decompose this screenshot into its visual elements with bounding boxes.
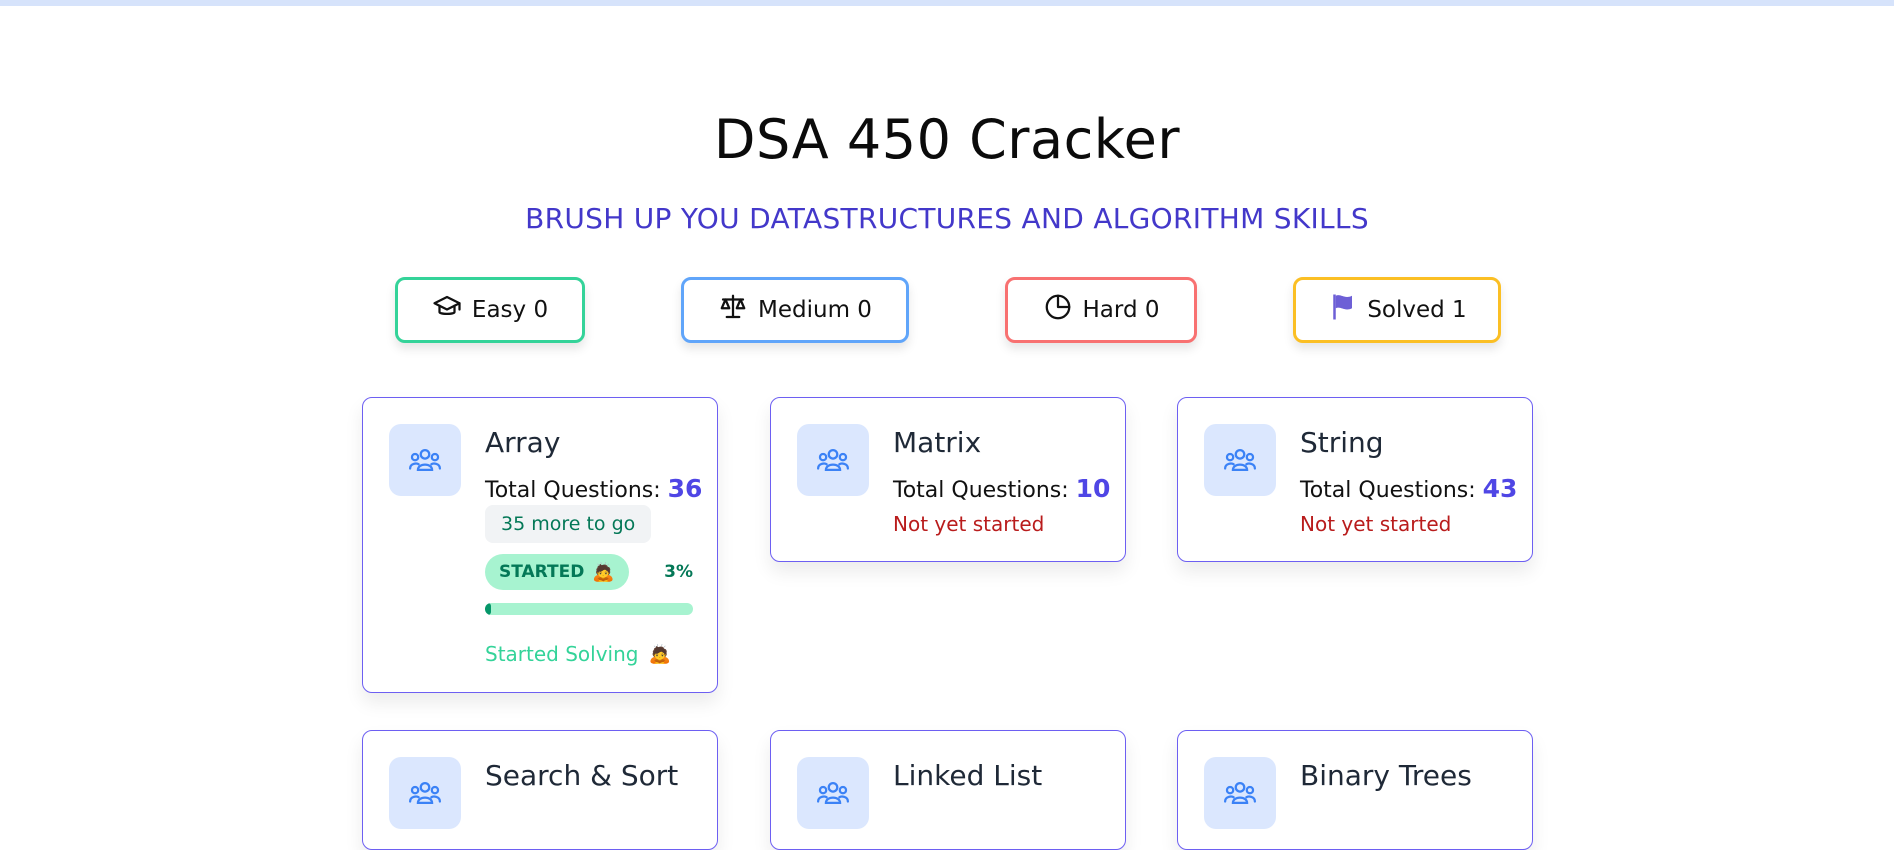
- solved-label: Solved 1: [1367, 297, 1467, 323]
- topic-title: Array: [485, 426, 561, 459]
- group-icon: [1204, 424, 1276, 496]
- pie-chart-icon: [1043, 292, 1073, 328]
- status-text: Not yet started: [1300, 512, 1452, 536]
- hard-count-badge: Hard 0: [1005, 277, 1197, 343]
- medium-count-badge: Medium 0: [681, 277, 909, 343]
- medium-label: Medium 0: [758, 297, 872, 323]
- group-icon: [389, 757, 461, 829]
- solved-count-badge: Solved 1: [1293, 277, 1501, 343]
- topic-card-binary-trees[interactable]: Binary Trees: [1177, 730, 1533, 850]
- flag-icon: [1327, 292, 1357, 328]
- top-accent-bar: [0, 0, 1894, 6]
- easy-label: Easy 0: [471, 297, 549, 323]
- total-questions-count: 36: [667, 474, 703, 503]
- topic-title: Binary Trees: [1300, 759, 1472, 792]
- topic-title: Matrix: [893, 426, 982, 459]
- balance-scale-icon: [718, 292, 748, 328]
- hard-label: Hard 0: [1082, 297, 1160, 323]
- progress-percent: 3%: [664, 562, 693, 582]
- topic-card-linked-list[interactable]: Linked List: [770, 730, 1126, 850]
- group-icon: [1204, 757, 1276, 829]
- status-badge: STARTED 🙇: [485, 554, 629, 590]
- group-icon: [797, 424, 869, 496]
- graduation-cap-icon: [432, 292, 462, 328]
- topic-title: Search & Sort: [485, 759, 679, 792]
- progress-bar: [485, 603, 693, 615]
- topic-card-search-sort[interactable]: Search & Sort: [362, 730, 718, 850]
- easy-count-badge: Easy 0: [395, 277, 585, 343]
- group-icon: [797, 757, 869, 829]
- group-icon: [389, 424, 461, 496]
- page-title: DSA 450 Cracker: [713, 108, 1181, 171]
- total-questions-count: 43: [1482, 474, 1518, 503]
- status-text: Not yet started: [893, 512, 1045, 536]
- total-questions-count: 10: [1075, 474, 1111, 503]
- topic-card-array[interactable]: Array Total Questions: 36 35 more to go …: [362, 397, 718, 693]
- topic-title: Linked List: [893, 759, 1043, 792]
- total-questions: Total Questions: 10: [893, 474, 1111, 503]
- progress-fill: [485, 603, 492, 615]
- topic-card-string[interactable]: String Total Questions: 43 Not yet start…: [1177, 397, 1533, 562]
- topic-title: String: [1300, 426, 1384, 459]
- remaining-badge: 35 more to go: [485, 505, 652, 543]
- page-subtitle: BRUSH UP YOU DATASTRUCTURES AND ALGORITH…: [525, 202, 1369, 235]
- total-questions: Total Questions: 36: [485, 474, 703, 503]
- started-solving-text: Started Solving 🙇: [485, 642, 671, 666]
- topic-card-matrix[interactable]: Matrix Total Questions: 10 Not yet start…: [770, 397, 1126, 562]
- total-questions: Total Questions: 43: [1300, 474, 1518, 503]
